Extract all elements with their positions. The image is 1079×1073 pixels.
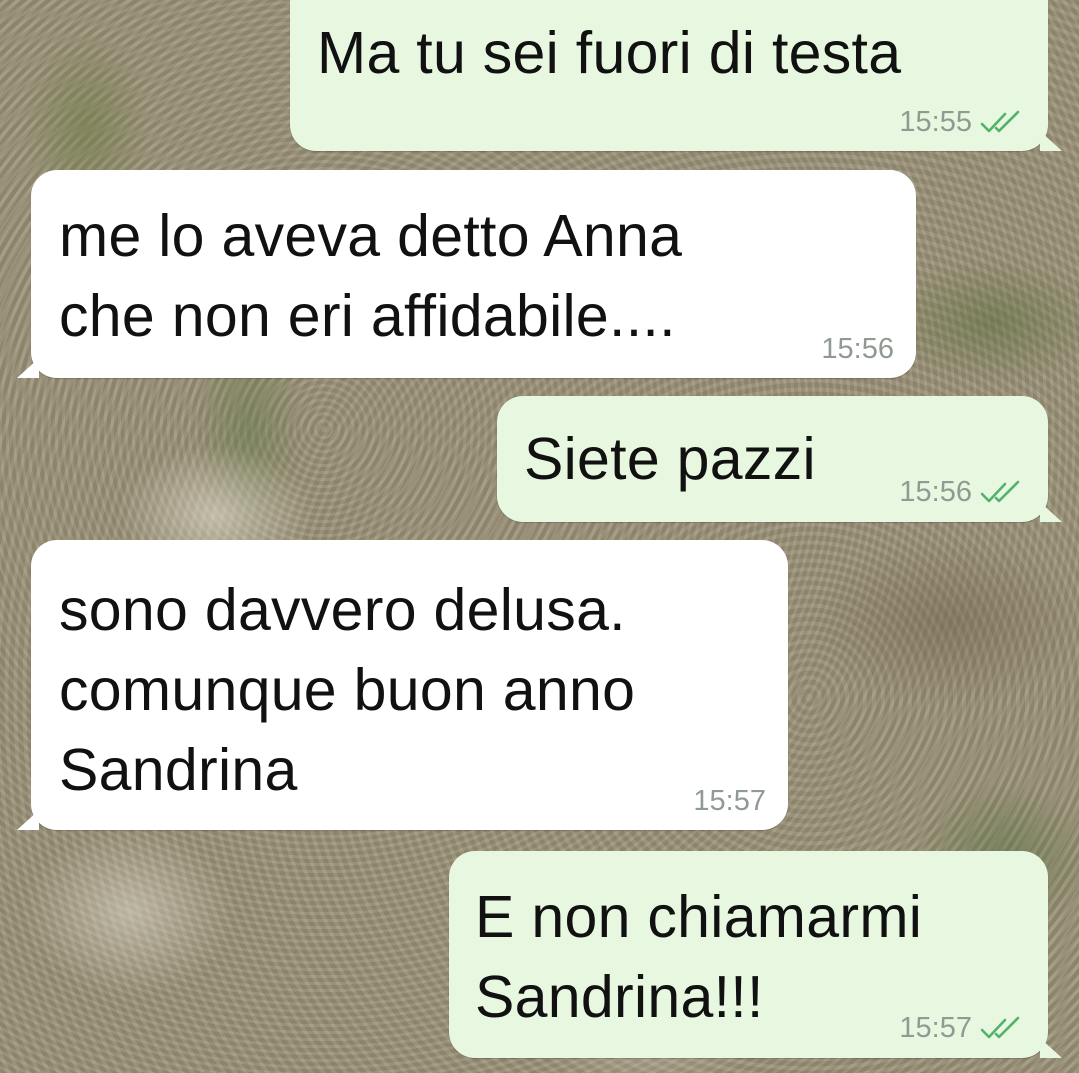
incoming-message[interactable]: sono davvero delusa. comunque buon anno …	[17, 540, 788, 830]
message-text: me lo aveva detto Anna che non eri affid…	[59, 203, 683, 349]
message-text: sono davvero delusa. comunque buon anno …	[59, 577, 636, 803]
bubble-tail	[1040, 502, 1062, 522]
double-check-icon	[980, 1016, 1020, 1038]
bubble-tail	[1040, 1038, 1062, 1058]
message-time: 15:57	[899, 1012, 972, 1044]
message-meta: 15:57	[693, 785, 766, 818]
bubble-tail	[1040, 131, 1062, 151]
outgoing-message[interactable]: Siete pazzi 15:56	[497, 396, 1062, 522]
message-time: 15:57	[693, 785, 766, 817]
incoming-message[interactable]: me lo aveva detto Anna che non eri affid…	[17, 170, 916, 378]
double-check-icon	[980, 110, 1020, 132]
message-meta: 15:57	[899, 1012, 1026, 1045]
message-meta: 15:56	[899, 476, 1026, 509]
outgoing-message[interactable]: Ma tu sei fuori di testa 15:55	[290, 0, 1062, 151]
double-check-icon	[980, 480, 1020, 502]
message-time: 15:55	[899, 106, 972, 138]
message-meta: 15:56	[821, 333, 894, 366]
chat-background: { "messages": [ {"direction": "outgoing"…	[0, 0, 1079, 1073]
message-text: Ma tu sei fuori di testa	[317, 20, 902, 86]
bubble-tail	[17, 810, 39, 830]
message-time: 15:56	[821, 333, 894, 365]
message-text: Siete pazzi	[524, 426, 816, 492]
message-time: 15:56	[899, 476, 972, 508]
message-meta: 15:55	[899, 106, 1026, 139]
message-text: E non chiamarmi Sandrina!!!	[475, 884, 923, 1030]
outgoing-message[interactable]: E non chiamarmi Sandrina!!! 15:57	[449, 851, 1062, 1058]
bubble-tail	[17, 358, 39, 378]
